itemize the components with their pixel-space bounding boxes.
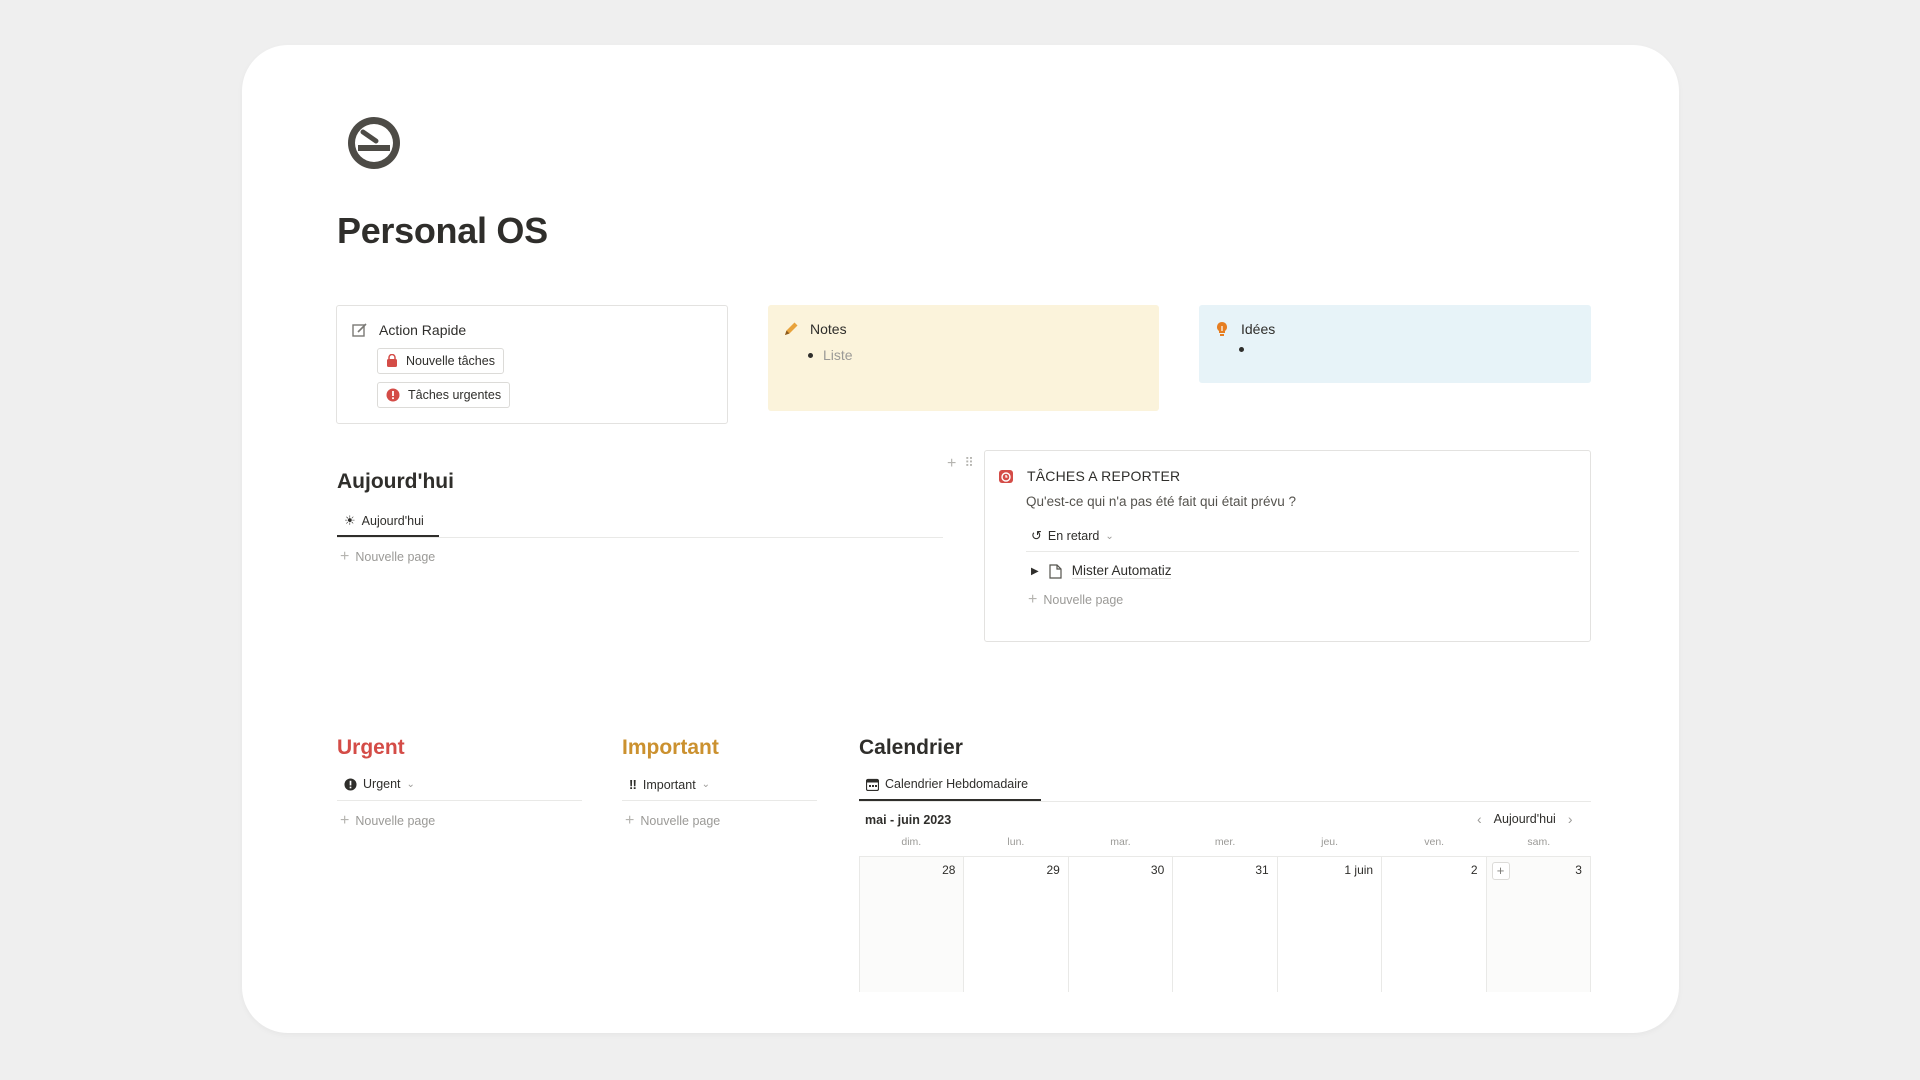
notes-callout: Notes Liste xyxy=(768,305,1159,411)
calendar-grid: dim. lun. mar. mer. jeu. ven. sam. 28 29… xyxy=(859,796,1591,992)
calendar-weekdays: dim. lun. mar. mer. jeu. ven. sam. xyxy=(859,836,1591,856)
idees-title: Idées xyxy=(1241,321,1276,337)
bullet-icon xyxy=(808,352,813,358)
calendar-day-cell[interactable]: 28 xyxy=(860,857,965,992)
weekday-label: dim. xyxy=(901,836,922,848)
plus-icon: + xyxy=(340,548,350,565)
view-divider xyxy=(622,800,817,801)
calendar-day-cell[interactable]: 31 xyxy=(1173,857,1278,992)
sun-icon: ☀ xyxy=(344,513,356,528)
important-new-page-button[interactable]: + Nouvelle page xyxy=(625,812,720,829)
weekday-label: mar. xyxy=(1110,836,1131,848)
pencil-icon xyxy=(785,322,798,335)
view-divider xyxy=(337,537,943,538)
chevron-down-icon: ⌄ xyxy=(701,779,711,790)
chevron-down-icon: ⌄ xyxy=(1105,530,1114,542)
list-item[interactable]: Liste xyxy=(808,347,853,363)
calendar-week-row: 28 29 30 31 1 juin 2 + 3 xyxy=(859,856,1591,992)
lightbulb-icon xyxy=(1217,322,1227,336)
page-card: Personal OS Action Rapide Nouvelle tâche… xyxy=(242,45,1679,1033)
important-heading: Important xyxy=(622,736,719,759)
reporter-new-page-button[interactable]: + Nouvelle page xyxy=(1028,591,1123,608)
reporter-subtitle: Qu'est-ce qui n'a pas été fait qui était… xyxy=(1026,494,1297,509)
alert-circle-icon xyxy=(344,777,357,791)
history-icon: ↺ xyxy=(1031,528,1042,543)
nouvelle-taches-label: Nouvelle tâches xyxy=(406,354,495,368)
toggle-arrow-icon[interactable]: ▶ xyxy=(1031,566,1039,577)
calendar-day-cell[interactable]: 2 xyxy=(1382,857,1487,992)
add-event-button[interactable]: + xyxy=(1491,862,1510,880)
calendrier-heading: Calendrier xyxy=(859,736,963,759)
calendar-day-cell[interactable]: 30 xyxy=(1069,857,1174,992)
action-rapide-title: Action Rapide xyxy=(379,322,467,338)
idees-callout: Idées xyxy=(1199,305,1591,383)
aujourdhui-heading: Aujourd'hui xyxy=(337,470,454,493)
urgent-new-page-button[interactable]: + Nouvelle page xyxy=(340,812,435,829)
no-smoking-icon[interactable] xyxy=(346,115,402,171)
aujourdhui-new-page-button[interactable]: + Nouvelle page xyxy=(340,548,435,565)
chevron-down-icon: ⌄ xyxy=(406,778,415,790)
notes-list: Liste xyxy=(808,347,853,363)
weekday-label: sam. xyxy=(1527,836,1551,848)
plus-icon: + xyxy=(340,812,350,829)
calendar-day-cell[interactable]: + 3 xyxy=(1486,857,1591,992)
block-tools: + ⠿ xyxy=(947,455,974,473)
view-divider xyxy=(1026,551,1579,552)
en-retard-view-button[interactable]: ↺ En retard ⌄ xyxy=(1031,528,1114,544)
urgent-view-button[interactable]: Urgent ⌄ xyxy=(344,777,415,791)
reporter-title: TÂCHES A REPORTER xyxy=(1027,468,1181,484)
taches-a-reporter-callout: TÂCHES A REPORTER Qu'est-ce qui n'a pas … xyxy=(984,450,1591,642)
view-divider xyxy=(337,800,582,801)
calendar-day-cell[interactable]: 1 juin xyxy=(1278,857,1383,992)
double-exclamation-icon: ‼ xyxy=(629,777,637,792)
bullet-icon xyxy=(1239,347,1244,352)
list-item[interactable] xyxy=(1239,347,1244,352)
tab-calendrier-hebdomadaire[interactable]: Calendrier Hebdomadaire xyxy=(866,777,1028,791)
tab-aujourdhui[interactable]: ☀ Aujourd'hui xyxy=(344,513,424,529)
action-rapide-callout: Action Rapide Nouvelle tâches Tâches urg… xyxy=(336,305,728,424)
page-icon xyxy=(1049,563,1062,579)
idees-list xyxy=(1239,347,1244,352)
list-item[interactable]: ▶ Mister Automatiz xyxy=(1031,563,1172,579)
nouvelle-taches-button[interactable]: Nouvelle tâches xyxy=(377,348,504,374)
calendar-icon xyxy=(866,778,879,791)
plus-icon: + xyxy=(1028,591,1038,608)
add-block-icon[interactable]: + xyxy=(947,455,956,473)
weekday-label: mer. xyxy=(1214,836,1236,848)
page-title: Personal OS xyxy=(337,210,548,251)
alert-circle-icon xyxy=(386,388,400,402)
lock-icon xyxy=(387,354,397,367)
plus-icon: + xyxy=(625,812,635,829)
taches-urgentes-label: Tâches urgentes xyxy=(408,388,502,402)
mister-automatiz-link[interactable]: Mister Automatiz xyxy=(1071,563,1172,579)
alarm-clock-icon xyxy=(999,470,1013,483)
urgent-heading: Urgent xyxy=(337,736,405,759)
weekday-label: jeu. xyxy=(1321,836,1339,848)
taches-urgentes-button[interactable]: Tâches urgentes xyxy=(377,382,511,408)
weekday-label: lun. xyxy=(1007,836,1025,848)
drag-handle-icon[interactable]: ⠿ xyxy=(964,455,973,473)
calendar-day-cell[interactable]: 29 xyxy=(964,857,1069,992)
edit-icon xyxy=(352,323,367,337)
weekday-label: ven. xyxy=(1424,836,1445,848)
notes-title: Notes xyxy=(810,321,847,337)
important-view-button[interactable]: ‼ Important ⌄ xyxy=(629,777,710,792)
